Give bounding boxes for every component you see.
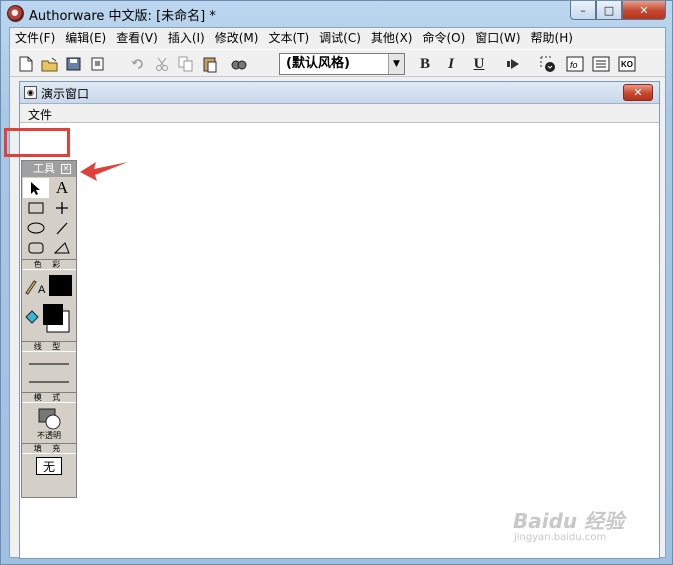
- annotation-arrow-icon: [80, 162, 128, 181]
- menu-edit[interactable]: 编辑(E): [60, 28, 111, 48]
- application-window: Authorware 中文版: [未命名] * – □ ✕ 文件(F) 编辑(E…: [0, 0, 673, 565]
- pencil-color-icon: A: [25, 275, 72, 296]
- oval-tool[interactable]: [23, 218, 49, 238]
- line-style-section-label: 线 型: [22, 341, 76, 352]
- line-text-color-picker[interactable]: A: [23, 273, 75, 297]
- tool-palette-close-icon[interactable]: ✕: [61, 164, 71, 174]
- presentation-window-icon: ◉: [24, 86, 37, 99]
- menu-debug[interactable]: 调试(C): [314, 28, 366, 48]
- cut-icon[interactable]: [152, 54, 172, 74]
- menu-file[interactable]: 文件(F): [10, 28, 60, 48]
- baidu-watermark: Baidu 经验: [513, 509, 625, 533]
- text-style-select[interactable]: (默认风格) ▼: [279, 53, 405, 75]
- copy-icon[interactable]: [176, 54, 196, 74]
- presentation-window: ◉ 演示窗口 ✕ 文件 工具 ✕ A 色 彩 A 线 型 模 式 不透明 填 充…: [19, 81, 660, 559]
- minimize-button[interactable]: –: [570, 1, 596, 20]
- bold-button[interactable]: B: [415, 54, 435, 74]
- mode-value: 不透明: [37, 430, 61, 440]
- mode-picker[interactable]: 不透明: [23, 405, 75, 441]
- import-icon[interactable]: [88, 54, 108, 74]
- presentation-close-button[interactable]: ✕: [623, 84, 653, 101]
- tool-palette: 工具 ✕ A 色 彩 A 线 型 模 式 不透明 填 充 无: [21, 160, 77, 498]
- text-tool[interactable]: A: [49, 178, 75, 198]
- opaque-mode-icon: [38, 408, 61, 429]
- menu-window[interactable]: 窗口(W): [470, 28, 525, 48]
- maximize-button[interactable]: □: [596, 1, 622, 20]
- oval-icon: [27, 222, 45, 234]
- open-folder-icon[interactable]: [40, 54, 60, 74]
- main-toolbar: (默认风格) ▼ B I U fo KO: [10, 49, 665, 77]
- menu-xtras[interactable]: 其他(X): [366, 28, 418, 48]
- line-style-icon: [29, 363, 69, 383]
- menu-text[interactable]: 文本(T): [263, 28, 314, 48]
- annotation-highlight-box: [4, 128, 70, 157]
- polygon-tool[interactable]: [49, 238, 75, 258]
- color-text-glyph: A: [38, 284, 46, 296]
- fill-pattern-picker[interactable]: 无: [36, 457, 62, 475]
- rounded-rectangle-tool[interactable]: [23, 238, 49, 258]
- variables-window-icon[interactable]: [591, 54, 611, 74]
- presentation-menu-bar: 文件: [20, 104, 659, 123]
- functions-window-button[interactable]: fo: [565, 54, 585, 74]
- control-panel-icon[interactable]: [538, 54, 558, 74]
- pointer-tool[interactable]: [23, 178, 49, 198]
- presentation-title: 演示窗口: [41, 87, 90, 101]
- chevron-down-icon[interactable]: ▼: [388, 54, 404, 74]
- fill-section-label: 填 充: [22, 443, 76, 454]
- diagonal-line-icon: [56, 222, 68, 235]
- menu-bar: 文件(F) 编辑(E) 查看(V) 插入(I) 修改(M) 文本(T) 调试(C…: [10, 28, 665, 48]
- baidu-watermark-url: jingyan.baidu.com: [514, 532, 607, 543]
- app-client-area: 文件(F) 编辑(E) 查看(V) 插入(I) 修改(M) 文本(T) 调试(C…: [9, 27, 666, 559]
- line-style-picker[interactable]: [23, 354, 75, 390]
- italic-button[interactable]: I: [441, 54, 461, 74]
- text-style-value: (默认风格): [286, 56, 350, 71]
- menu-insert[interactable]: 插入(I): [163, 28, 210, 48]
- ko-label: KO: [621, 60, 633, 69]
- pointer-icon: [31, 181, 40, 195]
- rounded-rectangle-icon: [28, 242, 44, 254]
- paste-icon[interactable]: [200, 54, 220, 74]
- close-button[interactable]: ✕: [622, 1, 666, 20]
- presentation-title-bar: ◉ 演示窗口 ✕: [20, 82, 659, 104]
- line-tool[interactable]: [49, 198, 75, 218]
- rectangle-icon: [28, 202, 44, 214]
- underline-button[interactable]: U: [469, 54, 489, 74]
- save-all-icon[interactable]: [64, 54, 84, 74]
- menu-modify[interactable]: 修改(M): [210, 28, 264, 48]
- knowledge-object-button[interactable]: KO: [617, 54, 637, 74]
- tool-palette-title-bar[interactable]: 工具 ✕: [22, 161, 76, 177]
- restart-icon[interactable]: [504, 54, 524, 74]
- title-bar: Authorware 中文版: [未命名] * – □ ✕: [1, 1, 673, 27]
- window-controls: – □ ✕: [570, 1, 666, 21]
- menu-commands[interactable]: 命令(O): [417, 28, 470, 48]
- authorware-app-icon: [7, 5, 24, 22]
- menu-help[interactable]: 帮助(H): [526, 28, 578, 48]
- polygon-icon: [54, 242, 70, 254]
- menu-view[interactable]: 查看(V): [111, 28, 163, 48]
- new-file-icon[interactable]: [16, 54, 36, 74]
- fill-color-picker[interactable]: [23, 301, 75, 335]
- presentation-menu-file[interactable]: 文件: [28, 106, 52, 123]
- window-title: Authorware 中文版: [未命名] *: [29, 9, 216, 24]
- color-section-label: 色 彩: [22, 259, 76, 270]
- diagonal-line-tool[interactable]: [49, 218, 75, 238]
- paint-bucket-color-icon: [25, 304, 70, 333]
- find-icon[interactable]: [229, 54, 249, 74]
- mode-section-label: 模 式: [22, 392, 76, 403]
- undo-icon[interactable]: [128, 54, 148, 74]
- cross-line-icon: [56, 202, 68, 214]
- rectangle-tool[interactable]: [23, 198, 49, 218]
- functions-label: fo: [570, 60, 578, 70]
- tool-palette-title: 工具: [33, 162, 55, 175]
